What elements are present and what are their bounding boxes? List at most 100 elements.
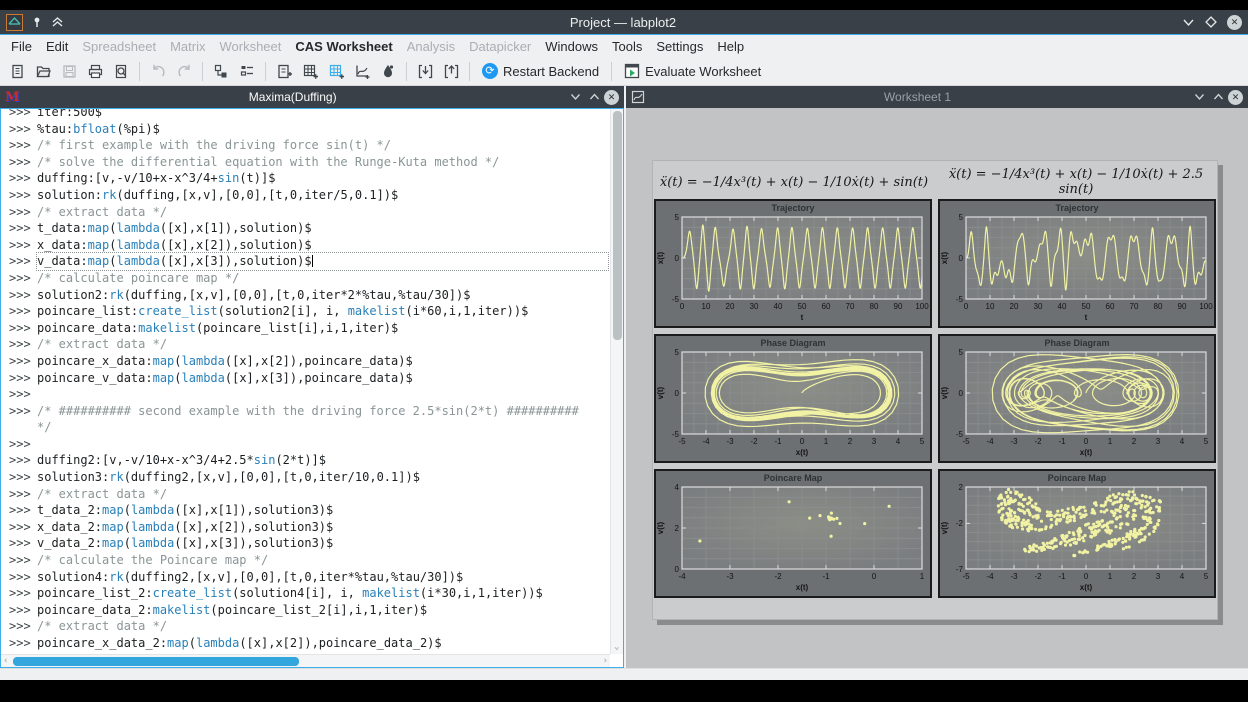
menu-tools[interactable]: Tools <box>605 37 649 56</box>
dock-close-icon[interactable]: ✕ <box>604 90 619 105</box>
prompt: >>> <box>1 108 37 121</box>
export-data-button[interactable] <box>438 59 464 84</box>
open-file-button[interactable] <box>30 59 56 84</box>
svg-text:1: 1 <box>920 572 925 581</box>
scroll-right-icon[interactable]: › <box>603 655 608 668</box>
plot-canvas[interactable]: -5-4-3-2-1012345-505 x(t) v(t) <box>656 349 930 459</box>
svg-text:-1: -1 <box>1058 572 1066 581</box>
project-explorer-button[interactable] <box>208 59 234 84</box>
scroll-left-icon[interactable]: ‹ <box>3 655 8 668</box>
menubar: FileEditSpreadsheetMatrixWorksheetCAS Wo… <box>0 35 1248 57</box>
worksheet-view[interactable]: ẍ(t) = −1/4x³(t) + x(t) − 1/10ẋ(t) + sin… <box>626 108 1248 668</box>
code-text: v_data:map(lambda([x],x[3]),solution)$ <box>37 253 608 270</box>
properties-explorer-button[interactable] <box>234 59 260 84</box>
dock-float-icon[interactable] <box>566 89 585 105</box>
plot-canvas[interactable]: 0102030405060708090100-505 t x(t) <box>940 214 1214 324</box>
plot-panel-trajectory-sin[interactable]: Trajectory 0102030405060708090100-505 t … <box>654 199 932 328</box>
vertical-scrollbar[interactable]: ⌄ <box>610 109 623 654</box>
svg-text:3: 3 <box>1156 572 1161 581</box>
new-spreadsheet-button[interactable] <box>297 59 323 84</box>
new-matrix-button[interactable] <box>323 59 349 84</box>
menu-settings[interactable]: Settings <box>649 37 710 56</box>
plot-panel-trajectory-2.5sin2t[interactable]: Trajectory 0102030405060708090100-505 t … <box>938 199 1216 328</box>
svg-text:-5: -5 <box>962 572 970 581</box>
evaluate-worksheet-button[interactable]: Evaluate Worksheet <box>617 59 768 84</box>
prompt: >>> <box>1 204 37 221</box>
svg-text:10: 10 <box>986 302 995 311</box>
plot-panel-phase-diagram-2.5sin2t[interactable]: Phase Diagram -5-4-3-2-1012345-505 x(t) … <box>938 334 1216 463</box>
restart-backend-button[interactable]: ⟳Restart Backend <box>475 59 606 84</box>
plot-panel-poincare-map-2.5sin2t[interactable]: Poincare Map -5-4-3-2-10123452-2-7 x(t) … <box>938 469 1216 598</box>
new-document-button[interactable] <box>4 59 30 84</box>
code-text: duffing:[v,-v/10+x-x^3/4+sin(t)]$ <box>37 170 608 187</box>
plot-panel-poincare-map-sin[interactable]: Poincare Map -4-3-2-101024 x(t) v(t) <box>654 469 932 598</box>
horizontal-scrollbar-thumb[interactable] <box>13 657 299 666</box>
menu-file[interactable]: File <box>4 37 39 56</box>
properties-explorer-icon <box>239 63 256 80</box>
code-text: solution2:rk(duffing,[x,v],[0,0],[t,0,it… <box>37 287 608 304</box>
new-workbook-icon <box>276 63 293 80</box>
print-preview-button[interactable] <box>108 59 134 84</box>
horizontal-scrollbar[interactable]: ‹ › <box>1 654 610 667</box>
menu-windows[interactable]: Windows <box>538 37 605 56</box>
svg-text:-1: -1 <box>774 437 782 446</box>
svg-text:-4: -4 <box>702 437 710 446</box>
svg-text:70: 70 <box>846 302 855 311</box>
menu-help[interactable]: Help <box>710 37 751 56</box>
svg-text:t: t <box>801 313 804 322</box>
prompt: >>> <box>1 635 37 652</box>
svg-text:-4: -4 <box>986 437 994 446</box>
plot-canvas[interactable]: -4-3-2-101024 x(t) v(t) <box>656 484 930 594</box>
code-line: >>>/* calculate the Poincare map */ <box>1 552 610 569</box>
plot-canvas[interactable]: -5-4-3-2-1012345-505 x(t) v(t) <box>940 349 1214 459</box>
cas-code-editor[interactable]: >>>iter:500$>>>%tau:bfloat(%pi)$>>>/* fi… <box>0 108 624 668</box>
scroll-down-icon[interactable]: ⌄ <box>614 641 619 654</box>
export-data-icon <box>443 63 460 80</box>
new-worksheet-button[interactable] <box>349 59 375 84</box>
maxima-dock-header[interactable]: M Maxima(Duffing) ✕ <box>0 86 624 108</box>
menu-cas-worksheet[interactable]: CAS Worksheet <box>288 37 399 56</box>
prompt: >>> <box>1 370 37 387</box>
dock-collapse-icon[interactable] <box>585 89 604 105</box>
equation-label-1[interactable]: ẍ(t) = −1/4x³(t) + x(t) − 1/10ẋ(t) + sin… <box>653 175 935 190</box>
maximize-icon[interactable] <box>1205 16 1217 28</box>
svg-text:90: 90 <box>894 302 903 311</box>
worksheet-page[interactable]: ẍ(t) = −1/4x³(t) + x(t) − 1/10ẋ(t) + sin… <box>652 160 1218 620</box>
code-line: >>> <box>1 386 610 403</box>
titlebar[interactable]: Project — labplot2 ✕ <box>0 10 1248 35</box>
dock-collapse-icon[interactable] <box>1209 89 1228 105</box>
new-datapicker-button[interactable] <box>375 59 401 84</box>
plot-canvas[interactable]: 0102030405060708090100-505 t x(t) <box>656 214 930 324</box>
svg-text:60: 60 <box>822 302 831 311</box>
minimize-icon[interactable] <box>1182 18 1195 27</box>
prompt: >>> <box>1 121 37 138</box>
code-line: >>>t_data_2:map(lambda([x],x[1]),solutio… <box>1 502 610 519</box>
svg-text:-3: -3 <box>1010 572 1018 581</box>
text-caret <box>312 255 313 267</box>
close-icon[interactable]: ✕ <box>1227 15 1242 30</box>
dock-close-icon[interactable]: ✕ <box>1228 90 1243 105</box>
plot-canvas[interactable]: -5-4-3-2-10123452-2-7 x(t) v(t) <box>940 484 1214 594</box>
menu-edit[interactable]: Edit <box>39 37 75 56</box>
dock-float-icon[interactable] <box>1190 89 1209 105</box>
svg-text:0: 0 <box>1084 572 1089 581</box>
code-line: >>>poincare_v_data:map(lambda([x],x[3]),… <box>1 370 610 387</box>
pin-icon[interactable] <box>31 16 43 28</box>
print-button[interactable] <box>82 59 108 84</box>
svg-text:v(t): v(t) <box>656 386 665 399</box>
vertical-scrollbar-thumb[interactable] <box>613 111 622 340</box>
svg-text:-1: -1 <box>1058 437 1066 446</box>
new-workbook-button[interactable] <box>271 59 297 84</box>
import-data-button[interactable] <box>412 59 438 84</box>
svg-text:30: 30 <box>1034 302 1043 311</box>
code-line: >>>solution4:rk(duffing2,[x,v],[0,0],[t,… <box>1 569 610 586</box>
plot-title: Trajectory <box>656 201 930 214</box>
worksheet-dock-header[interactable]: Worksheet 1 ✕ <box>626 86 1248 108</box>
print-preview-icon <box>113 63 130 80</box>
code-line: >>>solution2:rk(duffing,[x,v],[0,0],[t,0… <box>1 287 610 304</box>
svg-text:-2: -2 <box>956 519 964 528</box>
plot-panel-phase-diagram-sin[interactable]: Phase Diagram -5-4-3-2-1012345-505 x(t) … <box>654 334 932 463</box>
shade-icon[interactable] <box>51 16 64 28</box>
equation-label-2[interactable]: ẍ(t) = −1/4x³(t) + x(t) − 1/10ẋ(t) + 2.5… <box>935 167 1217 197</box>
prompt: >>> <box>1 220 37 237</box>
